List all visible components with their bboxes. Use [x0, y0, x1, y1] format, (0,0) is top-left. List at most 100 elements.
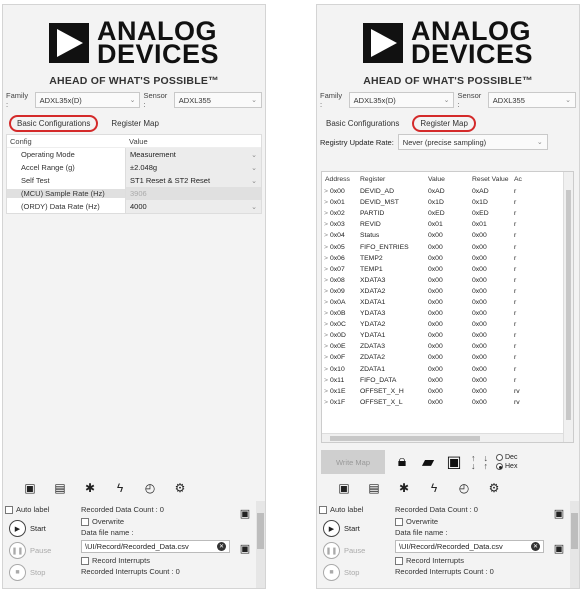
- table-row[interactable]: >0x09 XDATA2 0x00 0x00 r: [322, 286, 573, 297]
- register-value[interactable]: 0xED: [428, 210, 472, 217]
- register-value[interactable]: 0x00: [428, 321, 472, 328]
- table-row[interactable]: >0x0A XDATA1 0x00 0x00 r: [322, 297, 573, 308]
- pause-button[interactable]: ❚❚ Pause: [323, 542, 389, 559]
- lock-icon[interactable]: 🔒︎: [393, 453, 411, 471]
- stop-button[interactable]: ■ Stop: [9, 564, 75, 581]
- register-value[interactable]: 0x01: [428, 221, 472, 228]
- register-value[interactable]: 0x00: [428, 354, 472, 361]
- move-up-icon[interactable]: ↑ ↓: [471, 454, 476, 471]
- table-row[interactable]: >0x0D YDATA1 0x00 0x00 r: [322, 330, 573, 341]
- table-row[interactable]: >0x06 TEMP2 0x00 0x00 r: [322, 253, 573, 264]
- table-row[interactable]: >0x08 XDATA3 0x00 0x00 r: [322, 275, 573, 286]
- bluetooth-icon[interactable]: ✱: [83, 481, 97, 495]
- config-row-accel-range[interactable]: Accel Range (g) ±2.048g ⌄: [7, 161, 261, 174]
- register-value[interactable]: 0x00: [428, 288, 472, 295]
- device-icon[interactable]: ▣: [337, 481, 351, 495]
- table-row[interactable]: >0x0E ZDATA3 0x00 0x00 r: [322, 341, 573, 352]
- register-value[interactable]: 0x00: [428, 366, 472, 373]
- register-value[interactable]: 0x00: [428, 388, 472, 395]
- stop-button[interactable]: ■ Stop: [323, 564, 389, 581]
- board-icon[interactable]: ▤: [367, 481, 381, 495]
- move-down-icon[interactable]: ↓ ↑: [484, 454, 489, 471]
- hex-radio[interactable]: Hex: [496, 463, 517, 470]
- record-interrupts-checkbox[interactable]: Record Interrupts: [81, 556, 230, 565]
- clear-icon[interactable]: ✕: [217, 542, 226, 551]
- register-value[interactable]: 0x00: [428, 299, 472, 306]
- register-value[interactable]: 0x00: [428, 310, 472, 317]
- save-interrupts-icon[interactable]: ▣: [240, 542, 250, 555]
- register-horizontal-scrollbar[interactable]: [322, 433, 563, 442]
- table-row[interactable]: >0x0F ZDATA2 0x00 0x00 r: [322, 352, 573, 363]
- registry-update-rate-select[interactable]: Never (precise sampling) ⌄: [397, 134, 548, 150]
- gauge-icon[interactable]: ◴: [457, 481, 471, 495]
- table-row[interactable]: >0x0C YDATA2 0x00 0x00 r: [322, 319, 573, 330]
- table-row[interactable]: >0x11 FIFO_DATA 0x00 0x00 r: [322, 375, 573, 386]
- config-row-self-test[interactable]: Self Test ST1 Reset & ST2 Reset ⌄: [7, 174, 261, 187]
- pause-button[interactable]: ❚❚ Pause: [9, 542, 75, 559]
- clear-icon[interactable]: ✕: [531, 542, 540, 551]
- table-row[interactable]: >0x02 PARTID 0xED 0xED r: [322, 208, 573, 219]
- register-value[interactable]: 0x00: [428, 266, 472, 273]
- gauge-icon[interactable]: ◴: [143, 481, 157, 495]
- table-row[interactable]: >0x10 ZDATA1 0x00 0x00 r: [322, 364, 573, 375]
- auto-label-checkbox[interactable]: Auto label: [319, 505, 389, 514]
- save-data-icon[interactable]: ▣: [554, 507, 564, 520]
- dec-radio[interactable]: Dec: [496, 454, 517, 461]
- save-data-icon[interactable]: ▣: [240, 507, 250, 520]
- plugin-icon[interactable]: ϟ: [113, 481, 127, 495]
- table-row[interactable]: >0x01 DEVID_MST 0x1D 0x1D r: [322, 197, 573, 208]
- save-icon[interactable]: ▣: [445, 452, 463, 472]
- start-button[interactable]: ▶ Start: [9, 520, 75, 537]
- register-value[interactable]: 0x00: [428, 377, 472, 384]
- register-value[interactable]: 0xAD: [428, 188, 472, 195]
- register-vertical-scrollbar[interactable]: [563, 172, 573, 442]
- table-row[interactable]: >0x05 FIFO_ENTRIES 0x00 0x00 r: [322, 241, 573, 252]
- start-button[interactable]: ▶ Start: [323, 520, 389, 537]
- bluetooth-icon[interactable]: ✱: [397, 481, 411, 495]
- plugin-icon[interactable]: ϟ: [427, 481, 441, 495]
- table-row[interactable]: >0x04 Status 0x00 0x00 r: [322, 230, 573, 241]
- file-name-input[interactable]: \UI/Record/Recorded_Data.csv ✕: [395, 540, 544, 553]
- register-value[interactable]: 0x00: [428, 244, 472, 251]
- table-row[interactable]: >0x1F OFFSET_X_L 0x00 0x00 rv: [322, 397, 573, 408]
- settings-icon[interactable]: ⚙: [173, 481, 187, 495]
- table-row[interactable]: >0x07 TEMP1 0x00 0x00 r: [322, 264, 573, 275]
- recorder-scrollbar[interactable]: [570, 501, 579, 588]
- config-row-data-rate[interactable]: (ORDY) Data Rate (Hz) 4000 ⌄: [7, 200, 261, 213]
- tab-basic-configurations[interactable]: Basic Configurations: [323, 117, 402, 130]
- tab-register-map[interactable]: Register Map: [412, 114, 476, 132]
- access-column-header: Ac: [514, 175, 522, 183]
- device-icon[interactable]: ▣: [23, 481, 37, 495]
- register-value[interactable]: 0x00: [428, 277, 472, 284]
- tab-basic-configurations[interactable]: Basic Configurations: [9, 114, 99, 132]
- table-row[interactable]: >0x00 DEVID_AD 0xAD 0xAD r: [322, 186, 573, 197]
- settings-icon[interactable]: ⚙: [487, 481, 501, 495]
- recorder-scrollbar[interactable]: [256, 501, 265, 588]
- register-value[interactable]: 0x1D: [428, 199, 472, 206]
- overwrite-checkbox[interactable]: Overwrite: [395, 517, 544, 526]
- register-value[interactable]: 0x00: [428, 232, 472, 239]
- sensor-select[interactable]: ADXL355 ⌄: [173, 92, 262, 108]
- auto-label-checkbox[interactable]: Auto label: [5, 505, 75, 514]
- overwrite-checkbox[interactable]: Overwrite: [81, 517, 230, 526]
- file-name-input[interactable]: \UI/Record/Recorded_Data.csv ✕: [81, 540, 230, 553]
- register-value[interactable]: 0x00: [428, 399, 472, 406]
- save-interrupts-icon[interactable]: ▣: [554, 542, 564, 555]
- record-interrupts-checkbox[interactable]: Record Interrupts: [395, 556, 544, 565]
- family-select[interactable]: ADXL35x(D) ⌄: [348, 92, 455, 108]
- register-name: XDATA2: [360, 287, 386, 295]
- register-value[interactable]: 0x00: [428, 343, 472, 350]
- register-value[interactable]: 0x00: [428, 255, 472, 262]
- table-row[interactable]: >0x0B YDATA3 0x00 0x00 r: [322, 308, 573, 319]
- sensor-select[interactable]: ADXL355 ⌄: [487, 92, 576, 108]
- table-row[interactable]: >0x1E OFFSET_X_H 0x00 0x00 rv: [322, 386, 573, 397]
- family-select[interactable]: ADXL35x(D) ⌄: [34, 92, 141, 108]
- write-map-button[interactable]: Write Map: [321, 450, 385, 474]
- tab-register-map[interactable]: Register Map: [108, 117, 162, 130]
- expand-icon: >: [324, 321, 328, 329]
- config-row-operating-mode[interactable]: Operating Mode Measurement ⌄: [7, 148, 261, 161]
- register-value[interactable]: 0x00: [428, 332, 472, 339]
- open-folder-icon[interactable]: ▰: [419, 452, 437, 472]
- board-icon[interactable]: ▤: [53, 481, 67, 495]
- table-row[interactable]: >0x03 REVID 0x01 0x01 r: [322, 219, 573, 230]
